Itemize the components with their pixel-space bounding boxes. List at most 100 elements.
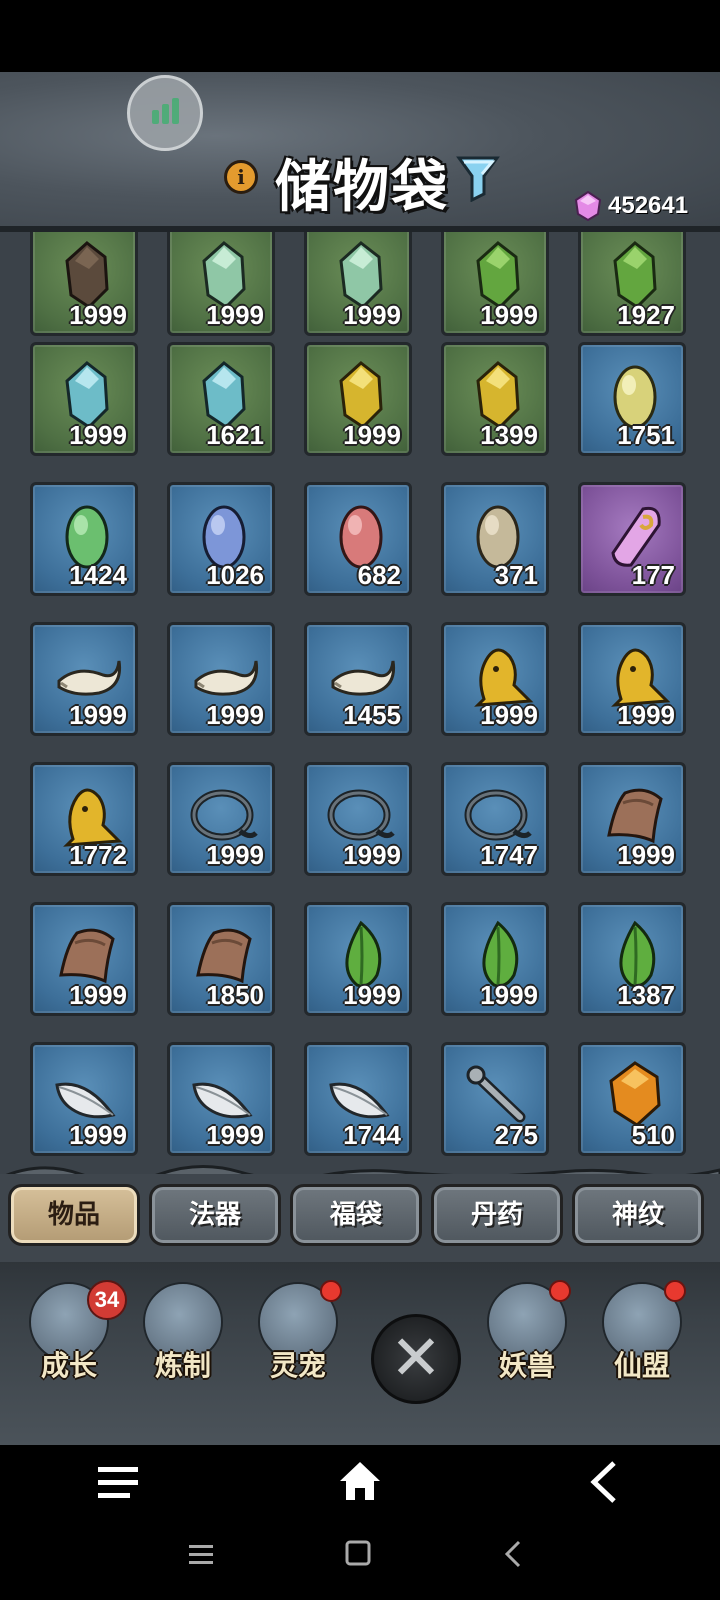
item-count: 1399	[480, 420, 538, 450]
item-count: 1999	[343, 420, 401, 450]
inventory-slot[interactable]: 1026	[167, 482, 275, 596]
item-count: 1744	[343, 1120, 401, 1150]
inventory-slot[interactable]: 1387	[578, 902, 686, 1016]
notification-dot	[549, 1280, 571, 1302]
inventory-slot[interactable]: 1424	[30, 482, 138, 596]
item-count: 1621	[206, 420, 264, 450]
inventory-slot[interactable]: 371	[441, 482, 549, 596]
bottom-nav: 成长 34 炼制 灵宠 妖兽 仙盟	[0, 1262, 720, 1445]
item-count: 1999	[69, 700, 127, 730]
item-count: 1999	[69, 300, 127, 330]
inventory-slot[interactable]: 1751	[578, 342, 686, 456]
nav-label: 成长	[40, 1349, 97, 1382]
inventory-slot[interactable]: 1999	[167, 232, 275, 336]
inventory-slot[interactable]: 1850	[167, 902, 275, 1016]
nav-label: 仙盟	[613, 1349, 670, 1382]
nav-label: 炼制	[154, 1349, 211, 1382]
close-button[interactable]: ✕	[371, 1314, 461, 1404]
inventory-slot[interactable]: 177	[578, 482, 686, 596]
menu-icon[interactable]	[96, 1463, 140, 1503]
app-nav-bar	[0, 1445, 720, 1520]
item-count: 1026	[206, 560, 264, 590]
home-icon[interactable]	[338, 1459, 382, 1503]
inventory-slot[interactable]: 1772	[30, 762, 138, 876]
signal-icon[interactable]	[127, 75, 203, 151]
notification-badge: 34	[87, 1280, 127, 1320]
item-count: 1424	[69, 560, 127, 590]
nav-item[interactable]: 成长 34	[19, 1280, 127, 1402]
inventory-slot[interactable]: 1399	[441, 342, 549, 456]
square-icon[interactable]	[345, 1540, 371, 1566]
inventory-slot[interactable]: 1999	[30, 1042, 138, 1156]
filter-icon[interactable]	[456, 154, 500, 202]
inventory-slot[interactable]: 1621	[167, 342, 275, 456]
item-count: 1999	[206, 840, 264, 870]
inventory-slot[interactable]: 1927	[578, 232, 686, 336]
notification-dot	[320, 1280, 342, 1302]
inventory-slot[interactable]: 1455	[304, 622, 412, 736]
back-icon[interactable]	[502, 1540, 522, 1568]
inventory-slot[interactable]: 1747	[441, 762, 549, 876]
tab-item[interactable]: 物品	[8, 1184, 140, 1246]
tab-item[interactable]: 神纹	[572, 1184, 704, 1246]
item-count: 177	[631, 560, 675, 590]
back-icon[interactable]	[588, 1459, 618, 1505]
info-icon[interactable]: i	[224, 160, 258, 194]
tab-item[interactable]: 丹药	[431, 1184, 563, 1246]
item-count: 1999	[343, 840, 401, 870]
tab-item[interactable]: 法器	[149, 1184, 281, 1246]
item-count: 1999	[343, 300, 401, 330]
close-icon: ✕	[390, 1321, 442, 1394]
gem-icon	[574, 191, 602, 221]
system-nav-bar	[0, 1520, 720, 1600]
item-count: 1999	[69, 980, 127, 1010]
nav-item[interactable]: 仙盟	[592, 1280, 692, 1402]
tab-item[interactable]: 福袋	[290, 1184, 422, 1246]
currency-display: 452641	[574, 190, 688, 222]
inventory-slot[interactable]: 1999	[304, 232, 412, 336]
item-count: 1747	[480, 840, 538, 870]
inventory-slot[interactable]: 1999	[167, 762, 275, 876]
inventory-slot[interactable]: 275	[441, 1042, 549, 1156]
item-count: 1455	[343, 700, 401, 730]
item-count: 1751	[617, 420, 675, 450]
inventory-slot[interactable]: 1999	[441, 622, 549, 736]
page-title: 储物袋	[275, 154, 449, 220]
inventory-slot[interactable]: 1744	[304, 1042, 412, 1156]
inventory-slot[interactable]: 1999	[304, 902, 412, 1016]
item-count: 1999	[480, 300, 538, 330]
inventory-slot[interactable]: 1999	[30, 902, 138, 1016]
nav-item[interactable]: 炼制	[133, 1282, 233, 1402]
inventory-slot[interactable]: 1999	[578, 762, 686, 876]
inventory-slot[interactable]: 1999	[30, 622, 138, 736]
item-count: 1927	[617, 300, 675, 330]
menu-icon[interactable]	[188, 1542, 214, 1566]
inventory-slot[interactable]: 1999	[167, 622, 275, 736]
inventory-slot[interactable]: 1999	[441, 232, 549, 336]
item-count: 1999	[206, 700, 264, 730]
inventory-slot[interactable]: 682	[304, 482, 412, 596]
item-count: 1999	[206, 300, 264, 330]
inventory-slot[interactable]: 1999	[304, 762, 412, 876]
inventory-slot[interactable]: 1999	[167, 1042, 275, 1156]
inventory-slot[interactable]: 1999	[30, 342, 138, 456]
notification-dot	[664, 1280, 686, 1302]
game-screen: i 储物袋 452641 1999 1999 1999 1999 1927 1999 162…	[0, 72, 720, 1445]
item-count: 275	[494, 1120, 538, 1150]
inventory-slot[interactable]: 1999	[30, 232, 138, 336]
inventory-slot[interactable]: 1999	[304, 342, 412, 456]
item-count: 1999	[343, 980, 401, 1010]
item-count: 1999	[617, 700, 675, 730]
item-count: 1387	[617, 980, 675, 1010]
nav-item[interactable]: 妖兽	[477, 1280, 577, 1402]
item-count: 510	[631, 1120, 675, 1150]
inventory-slot[interactable]: 1999	[441, 902, 549, 1016]
inventory-slot[interactable]: 1999	[578, 622, 686, 736]
nav-item[interactable]: 灵宠	[248, 1280, 348, 1402]
item-count: 1999	[480, 980, 538, 1010]
item-count: 371	[494, 560, 538, 590]
nav-label: 妖兽	[498, 1349, 555, 1382]
item-count: 682	[357, 560, 401, 590]
item-count: 1999	[206, 1120, 264, 1150]
inventory-slot[interactable]: 510	[578, 1042, 686, 1156]
